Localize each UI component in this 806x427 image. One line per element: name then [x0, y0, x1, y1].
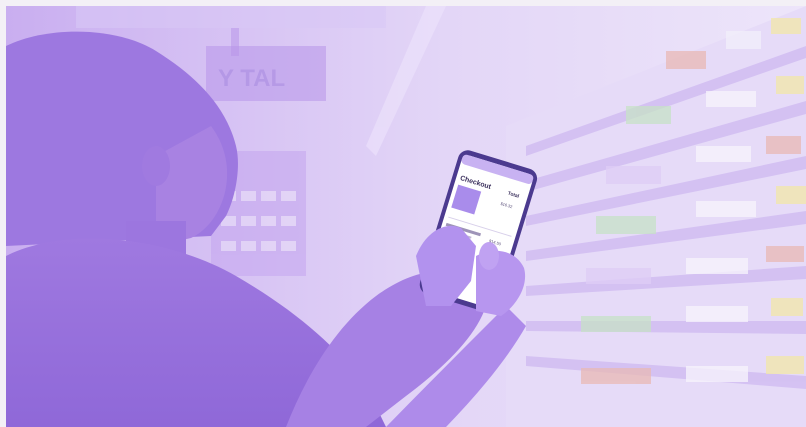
store-sign-text: Y TAL — [218, 65, 285, 92]
store-illustration: Y TAL Checkout Total $16.32 $14.50 — [6, 6, 806, 427]
store-sign: Y TAL — [206, 46, 326, 101]
illustration-frame: Y TAL Checkout Total $16.32 $14.50 — [6, 6, 806, 427]
